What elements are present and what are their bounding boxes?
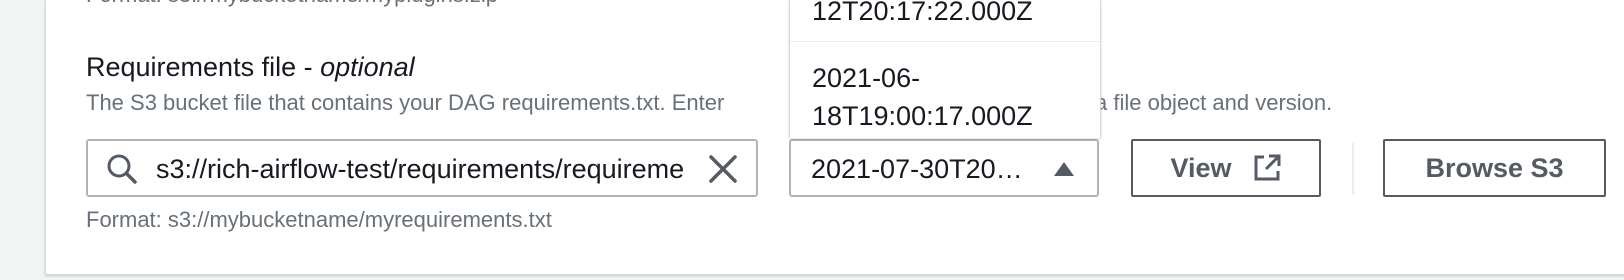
view-button-label: View — [1170, 152, 1232, 183]
requirements-format-hint: Format: s3://mybucketname/myrequirements… — [86, 207, 552, 232]
view-button[interactable]: View — [1131, 139, 1321, 197]
browse-s3-button[interactable]: Browse S3 — [1383, 139, 1606, 197]
version-select[interactable]: 2021-07-30T20… — [789, 139, 1099, 197]
requirements-uri-input[interactable]: s3://rich-airflow-test/requirements/requ… — [86, 139, 758, 197]
requirements-label: Requirements file - optional — [86, 52, 415, 83]
version-selected-value: 2021-07-30T20… — [811, 154, 1023, 184]
button-divider — [1352, 143, 1354, 195]
plugins-format-hint: Format: s3://mybucketname/myplugins.zip — [86, 0, 498, 8]
description-text: The S3 bucket file that contains your DA… — [86, 90, 731, 115]
search-icon — [107, 154, 137, 184]
requirements-label-text: Requirements file - — [86, 52, 321, 82]
external-link-icon — [1254, 154, 1281, 181]
optional-label: optional — [320, 52, 415, 82]
close-icon[interactable] — [708, 154, 738, 184]
version-option[interactable]: 2021-06-18T19:00:17.000Z — [790, 51, 1100, 138]
requirements-description: The S3 bucket file that contains your DA… — [86, 90, 1332, 116]
version-option[interactable]: 12T20:17:22.000Z — [790, 0, 1100, 42]
requirements-uri-value[interactable]: s3://rich-airflow-test/requirements/requ… — [156, 153, 686, 185]
caret-up-icon — [1054, 162, 1074, 176]
version-dropdown: 12T20:17:22.000Z 2021-06-18T19:00:17.000… — [789, 0, 1101, 138]
